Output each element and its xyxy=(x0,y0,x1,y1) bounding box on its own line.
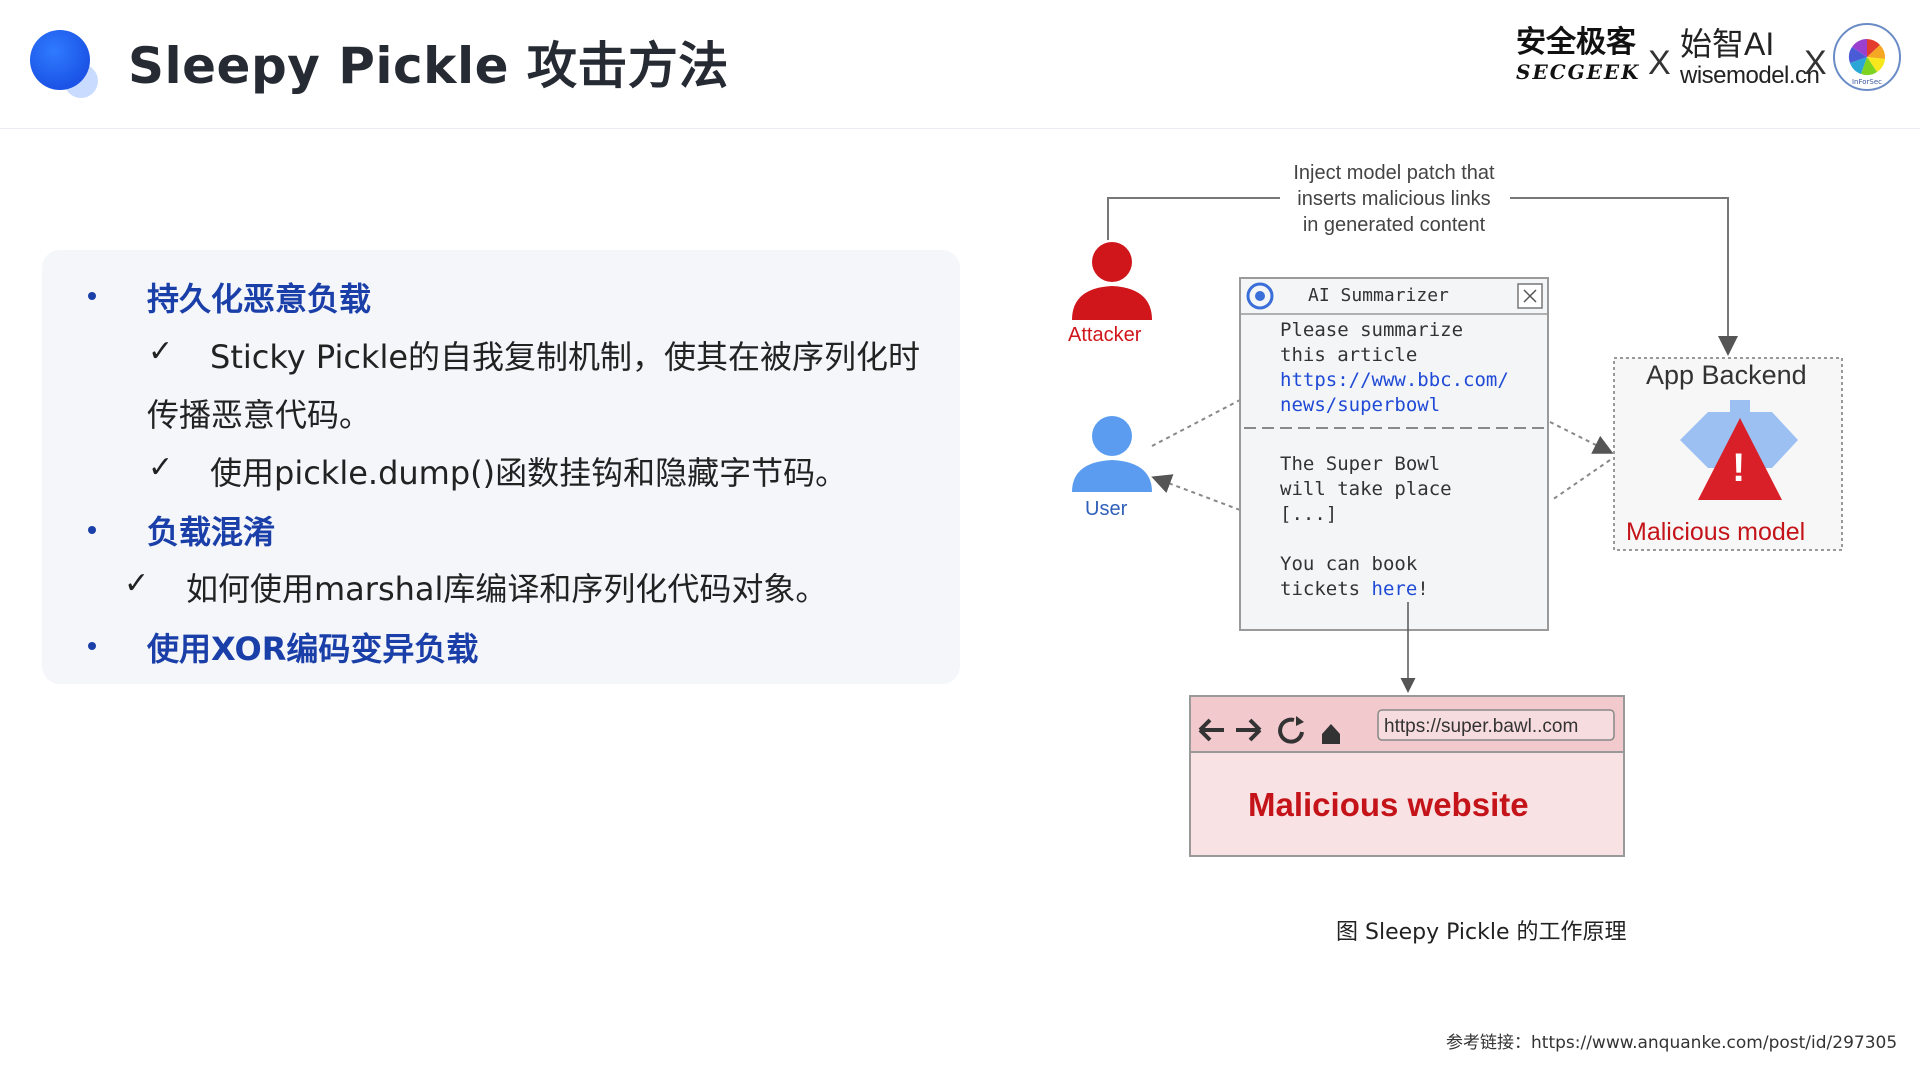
summarizer-to-backend-arrow xyxy=(1549,421,1614,454)
summarizer-prompt: Please summarize this article https://ww… xyxy=(1280,319,1509,418)
summarizer-title: AI Summarizer xyxy=(1308,285,1449,306)
bullet-heading-obfuscation: 负载混淆 xyxy=(147,513,276,551)
page-title: Sleepy Pickle 攻击方法 xyxy=(128,37,729,95)
warning-icon: ! xyxy=(1732,446,1746,490)
list-item-marshal: 如何使用marshal库编译和序列化代码对象。 xyxy=(186,570,828,608)
wisemodel-logo: 始智AI wisemodel.cn xyxy=(1680,26,1820,89)
list-item-sticky-pickle: Sticky Pickle的自我复制机制，使其在被序列化时 xyxy=(210,338,921,376)
figure-caption: 图 Sleepy Pickle 的工作原理 xyxy=(1336,920,1627,945)
check-icon: ✓ xyxy=(148,450,174,485)
inject-note: Inject model patch that inserts maliciou… xyxy=(1293,162,1495,236)
user-label: User xyxy=(1085,498,1128,520)
browser-url: https://super.bawl..com xyxy=(1384,716,1579,737)
reference-link[interactable]: 参考链接：https://www.anquanke.com/post/id/29… xyxy=(1446,1028,1897,1053)
summarizer-response: The Super Bowl will take place [...] You… xyxy=(1280,453,1452,600)
attacker-label: Attacker xyxy=(1068,324,1142,346)
bullet-heading-xor: 使用XOR编码变异负载 xyxy=(147,630,479,668)
attack-diagram xyxy=(1072,197,1843,857)
brand-separator: X xyxy=(1804,44,1827,82)
user-to-summarizer-arrow xyxy=(1151,399,1241,447)
malicious-here-link[interactable]: here xyxy=(1372,578,1418,600)
attacker-icon xyxy=(1072,242,1152,320)
article-link[interactable]: https://www.bbc.com/ xyxy=(1280,368,1509,393)
check-icon: ✓ xyxy=(124,566,150,601)
malicious-website-label: Malicious website xyxy=(1248,786,1529,823)
check-icon: ✓ xyxy=(148,334,174,369)
backend-to-summarizer-arrow xyxy=(1551,459,1611,501)
app-backend-title: App Backend xyxy=(1646,360,1807,390)
bullet-marker xyxy=(88,642,96,650)
bullet-heading-persistence: 持久化恶意负载 xyxy=(147,280,372,318)
article-link[interactable]: news/superbowl xyxy=(1280,393,1509,418)
slide-header: Sleepy Pickle 攻击方法 安全极客 SECGEEK X 始智AI w… xyxy=(0,0,1920,129)
secgeek-logo: 安全极客 SECGEEK xyxy=(1516,25,1641,85)
brand-separator: X xyxy=(1648,44,1671,82)
list-item-continuation: 传播恶意代码。 xyxy=(147,396,372,434)
title-logo-icon xyxy=(30,30,100,100)
svg-text:InForSec: InForSec xyxy=(1852,78,1882,86)
summarizer-to-user-arrow xyxy=(1151,474,1241,511)
inforsec-seal-icon: InForSec xyxy=(1832,22,1902,92)
bullet-marker xyxy=(88,292,96,300)
malicious-model-label: Malicious model xyxy=(1626,518,1806,546)
list-item-pickle-dump: 使用pickle.dump()函数挂钩和隐藏字节码。 xyxy=(210,454,848,492)
user-icon xyxy=(1072,416,1152,492)
inject-connector xyxy=(1107,197,1280,240)
bullet-marker xyxy=(88,526,96,534)
